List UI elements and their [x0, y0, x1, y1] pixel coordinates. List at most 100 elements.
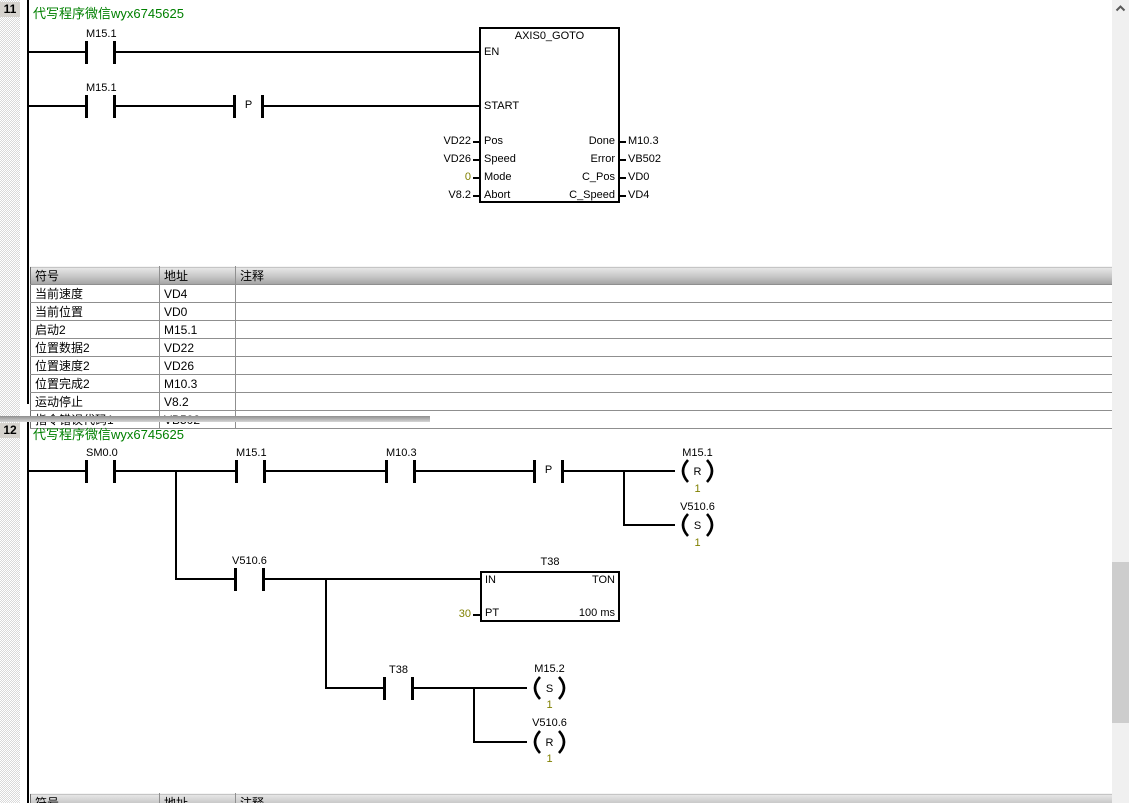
block-output-cspeed: C_Speed — [569, 189, 615, 201]
comment-cell[interactable] — [236, 393, 1113, 411]
contact-m15_1[interactable] — [235, 460, 266, 483]
wire-segment — [29, 105, 85, 107]
operand-cpos[interactable]: VD0 — [628, 171, 649, 183]
block-input-en: EN — [484, 46, 499, 58]
col-header-symbol: 符号 — [31, 794, 160, 803]
operand-pos[interactable]: VD22 — [420, 135, 471, 147]
pin-stub — [620, 195, 626, 197]
network-11-number[interactable]: 11 — [0, 2, 20, 17]
branch-wire — [325, 578, 327, 689]
operand-mode[interactable]: 0 — [420, 171, 471, 183]
wire-segment — [116, 105, 233, 107]
edge-contact-letter: P — [233, 99, 264, 111]
col-header-address: 地址 — [160, 794, 236, 803]
timer-name: T38 — [480, 556, 620, 568]
ton-timer-block[interactable]: IN TON PT 100 ms — [480, 571, 620, 622]
branch-wire — [473, 687, 475, 743]
wire-segment — [327, 687, 383, 689]
branch-wire — [623, 470, 625, 526]
table-row: 位置完成2M10.3 — [31, 375, 1113, 393]
pin-stub — [620, 141, 626, 143]
timer-pt-label: PT — [485, 607, 499, 619]
branch-wire — [175, 470, 177, 580]
coil-count: 1 — [527, 699, 572, 711]
network-12-number[interactable]: 12 — [0, 423, 20, 438]
symbol-cell[interactable]: 当前位置 — [31, 303, 160, 321]
symbol-cell[interactable]: 位置速度2 — [31, 357, 160, 375]
comment-cell[interactable] — [236, 285, 1113, 303]
vertical-scrollbar[interactable] — [1112, 0, 1129, 803]
pin-stub — [620, 159, 626, 161]
symbol-table-header-row: 符号 地址 注释 — [31, 267, 1113, 285]
comment-cell[interactable] — [236, 303, 1113, 321]
address-cell[interactable]: VD0 — [160, 303, 236, 321]
contact-m15_1[interactable] — [85, 95, 116, 118]
symbol-cell[interactable]: 位置数据2 — [31, 339, 160, 357]
address-cell[interactable]: M15.1 — [160, 321, 236, 339]
operand-pt[interactable]: 30 — [430, 608, 471, 620]
network-12-comment[interactable]: 代写程序微信wyx6745625 — [33, 424, 184, 443]
address-cell[interactable]: M10.3 — [160, 375, 236, 393]
address-cell[interactable]: VD26 — [160, 357, 236, 375]
coil-reset-m15_1[interactable]: R — [675, 458, 720, 484]
address-cell[interactable]: V8.2 — [160, 393, 236, 411]
power-rail — [27, 422, 29, 803]
coil-label: M15.2 — [527, 663, 572, 675]
power-rail — [27, 0, 29, 404]
coil-set-v510_6[interactable]: S — [675, 512, 720, 538]
symbol-table: 符号 地址 注释 — [30, 793, 1112, 803]
table-row: 当前位置VD0 — [31, 303, 1113, 321]
contact-m15_1[interactable] — [85, 41, 116, 64]
pin-stub — [473, 195, 479, 197]
coil-letter: S — [694, 520, 701, 532]
pin-stub — [473, 159, 479, 161]
table-row: 运动停止V8.2 — [31, 393, 1113, 411]
timer-in-label: IN — [485, 574, 496, 586]
comment-cell[interactable] — [236, 339, 1113, 357]
wire-segment — [475, 741, 527, 743]
contact-label: SM0.0 — [86, 447, 118, 459]
contact-label: M15.1 — [86, 28, 117, 40]
operand-speed[interactable]: VD26 — [420, 153, 471, 165]
symbol-cell[interactable]: 当前速度 — [31, 285, 160, 303]
comment-cell[interactable] — [236, 321, 1113, 339]
contact-v510_6[interactable] — [234, 568, 265, 591]
wire-segment — [564, 470, 675, 472]
axis0-goto-block[interactable]: AXIS0_GOTO EN START Pos Speed Mode Abort… — [479, 27, 620, 203]
contact-m10_3[interactable] — [385, 460, 416, 483]
timer-type-label: TON — [592, 574, 615, 586]
contact-sm0_0[interactable] — [85, 460, 116, 483]
operand-cspeed[interactable]: VD4 — [628, 189, 649, 201]
symbol-cell[interactable]: 运动停止 — [31, 393, 160, 411]
wire-segment — [414, 687, 527, 689]
pin-stub — [473, 141, 479, 143]
scroll-up-button[interactable] — [1112, 0, 1129, 17]
scrollbar-thumb[interactable] — [1112, 562, 1129, 723]
coil-set-m15_2[interactable]: S — [527, 675, 572, 701]
operand-error[interactable]: VB502 — [628, 153, 661, 165]
network-divider[interactable] — [0, 416, 430, 422]
symbol-cell[interactable]: 位置完成2 — [31, 375, 160, 393]
address-cell[interactable]: VD22 — [160, 339, 236, 357]
block-output-done: Done — [589, 135, 615, 147]
coil-letter: R — [546, 737, 554, 749]
wire-segment — [29, 470, 85, 472]
block-output-error: Error — [591, 153, 615, 165]
coil-reset-v510_6[interactable]: R — [527, 729, 572, 755]
operand-abort[interactable]: V8.2 — [420, 189, 471, 201]
coil-letter: S — [546, 683, 553, 695]
comment-cell[interactable] — [236, 357, 1113, 375]
comment-cell[interactable] — [236, 375, 1113, 393]
wire-segment — [175, 578, 234, 580]
network-11-comment[interactable]: 代写程序微信wyx6745625 — [33, 3, 184, 22]
block-input-abort: Abort — [484, 189, 510, 201]
coil-count: 1 — [675, 537, 720, 549]
symbol-table-clipped: 符号 地址 注释 — [30, 793, 1112, 803]
timer-time-base: 100 ms — [579, 607, 615, 619]
block-title: AXIS0_GOTO — [481, 30, 618, 42]
block-input-speed: Speed — [484, 153, 516, 165]
contact-t38[interactable] — [383, 677, 414, 700]
address-cell[interactable]: VD4 — [160, 285, 236, 303]
operand-done[interactable]: M10.3 — [628, 135, 659, 147]
symbol-cell[interactable]: 启动2 — [31, 321, 160, 339]
